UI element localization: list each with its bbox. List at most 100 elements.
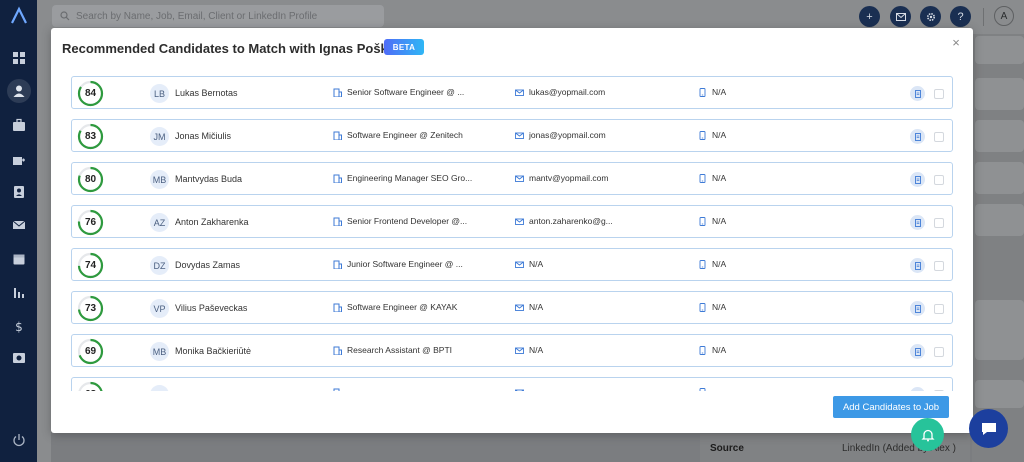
calendar-icon[interactable]	[0, 247, 37, 271]
select-candidate-checkbox[interactable]	[934, 261, 944, 271]
recommended-candidates-modal: Recommended Candidates to Match with Ign…	[51, 28, 973, 433]
phone-text: N/A	[712, 345, 727, 355]
job-text: Research Assistant @ BPTI	[347, 345, 453, 355]
candidate-name[interactable]: Jonas Mičiulis	[175, 131, 231, 141]
resume-document-icon[interactable]	[910, 129, 925, 144]
phone-text: N/A	[712, 259, 727, 269]
candidate-job: Junior Software Engineer @ ...	[333, 259, 463, 269]
phone-icon	[699, 259, 706, 269]
candidates-icon[interactable]	[0, 79, 37, 103]
candidate-row[interactable]: 74 DZ Dovydas Zamas Junior Software Engi…	[71, 248, 953, 281]
email-icon	[515, 304, 524, 311]
candidate-row[interactable]: 76 AZ Anton Zakharenka Senior Frontend D…	[71, 205, 953, 238]
jobs-icon[interactable]	[0, 113, 37, 137]
select-candidate-checkbox[interactable]	[934, 304, 944, 314]
building-icon	[333, 260, 342, 269]
search-input[interactable]: Search by Name, Job, Email, Client or Li…	[52, 5, 384, 27]
user-avatar[interactable]: A	[994, 6, 1014, 26]
candidate-name[interactable]: Vilius Paševeckas	[175, 303, 247, 313]
billing-icon[interactable]: $	[0, 314, 37, 338]
resume-document-icon[interactable]	[910, 387, 925, 391]
candidate-job: Senior Frontend Developer @...	[333, 216, 467, 226]
help-icon[interactable]: ?	[950, 6, 971, 27]
resume-document-icon[interactable]	[910, 344, 925, 359]
phone-icon	[699, 345, 706, 355]
candidate-email	[515, 388, 529, 391]
sidebar: $	[0, 0, 37, 462]
resume-document-icon[interactable]	[910, 258, 925, 273]
score-value: 84	[84, 88, 97, 99]
email-icon	[515, 89, 524, 96]
candidate-job: Software Engineer @ KAYAK	[333, 302, 457, 312]
select-candidate-checkbox[interactable]	[934, 347, 944, 357]
add-candidates-button[interactable]: Add Candidates to Job	[833, 396, 949, 418]
score-value: 68	[77, 381, 104, 391]
email-icon	[515, 261, 524, 268]
phone-icon	[699, 216, 706, 226]
avatar: VP	[150, 299, 169, 318]
contacts-icon[interactable]	[0, 180, 37, 204]
email-text: N/A	[529, 302, 544, 312]
mail-icon[interactable]	[0, 213, 37, 237]
close-icon[interactable]: ×	[949, 36, 963, 50]
candidate-row[interactable]: 69 MB Monika Bačkieriūtė Research Assist…	[71, 334, 953, 367]
phone-text: N/A	[712, 302, 727, 312]
avatar: LB	[150, 84, 169, 103]
job-text: Software Engineer @ KAYAK	[347, 302, 458, 312]
avatar: MB	[150, 342, 169, 361]
candidate-row[interactable]: 73 VP Vilius Paševeckas Software Enginee…	[71, 291, 953, 324]
media-icon[interactable]	[0, 346, 37, 370]
candidate-name[interactable]: Dovydas Zamas	[175, 260, 240, 270]
phone-text: N/A	[712, 173, 727, 183]
add-icon[interactable]: +	[859, 6, 880, 27]
match-score: 80	[77, 166, 104, 193]
select-candidate-checkbox[interactable]	[934, 89, 944, 99]
candidate-email: jonas@yopmail.com	[515, 130, 606, 140]
match-score: 83	[77, 123, 104, 150]
dashboard-icon[interactable]	[0, 46, 37, 70]
email-text: N/A	[529, 259, 544, 269]
phone-icon	[699, 173, 706, 183]
job-text: Senior Frontend Developer @...	[347, 216, 468, 226]
email-icon	[515, 132, 524, 139]
email-icon	[515, 389, 524, 391]
match-score: 73	[77, 295, 104, 322]
candidate-phone: N/A	[698, 259, 726, 269]
power-icon[interactable]	[0, 428, 37, 452]
candidate-row[interactable]: 68 LP	[71, 377, 953, 391]
reports-icon[interactable]	[0, 281, 37, 305]
phone-icon	[699, 87, 706, 97]
candidate-email: N/A	[515, 345, 543, 355]
source-label: Source	[710, 442, 744, 454]
candidate-name[interactable]: Monika Bačkieriūtė	[175, 346, 251, 356]
score-value: 76	[84, 217, 97, 228]
chat-icon[interactable]	[969, 409, 1008, 448]
candidate-row[interactable]: 84 LB Lukas Bernotas Senior Software Eng…	[71, 76, 953, 109]
candidate-name[interactable]: Anton Zakharenka	[175, 217, 249, 227]
match-score: 68	[77, 381, 104, 391]
match-score: 69	[77, 338, 104, 365]
clients-icon[interactable]	[0, 147, 37, 171]
email-icon	[515, 175, 524, 182]
candidate-job: Senior Software Engineer @ ...	[333, 87, 464, 97]
resume-document-icon[interactable]	[910, 86, 925, 101]
resume-document-icon[interactable]	[910, 172, 925, 187]
phone-text: N/A	[712, 87, 727, 97]
inbox-icon[interactable]	[890, 6, 911, 27]
candidate-email: lukas@yopmail.com	[515, 87, 605, 97]
settings-gear-icon[interactable]	[920, 6, 941, 27]
candidate-name[interactable]: Mantvydas Buda	[175, 174, 242, 184]
match-score: 76	[77, 209, 104, 236]
candidate-name[interactable]: Lukas Bernotas	[175, 88, 238, 98]
select-candidate-checkbox[interactable]	[934, 218, 944, 228]
candidate-row[interactable]: 83 JM Jonas Mičiulis Software Engineer @…	[71, 119, 953, 152]
select-candidate-checkbox[interactable]	[934, 390, 944, 391]
resume-document-icon[interactable]	[910, 215, 925, 230]
candidate-row[interactable]: 80 MB Mantvydas Buda Engineering Manager…	[71, 162, 953, 195]
candidate-email: mantv@yopmail.com	[515, 173, 608, 183]
resume-document-icon[interactable]	[910, 301, 925, 316]
phone-icon	[699, 388, 706, 391]
select-candidate-checkbox[interactable]	[934, 132, 944, 142]
select-candidate-checkbox[interactable]	[934, 175, 944, 185]
notifications-bell-icon[interactable]	[911, 418, 944, 451]
